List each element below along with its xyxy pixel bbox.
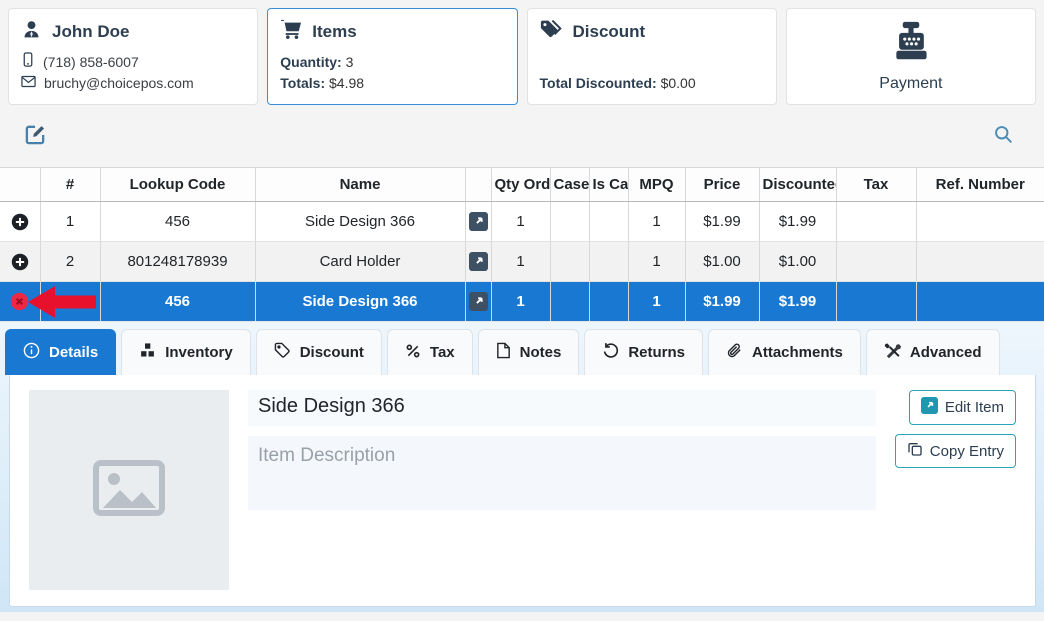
col-qty-ordered: Qty Ordered bbox=[491, 168, 550, 202]
image-icon bbox=[93, 460, 165, 521]
copy-entry-button[interactable]: Copy Entry bbox=[895, 434, 1016, 468]
tab-attachments[interactable]: Attachments bbox=[708, 329, 861, 375]
item-detail-section: Details Inventory Discount Tax Notes bbox=[0, 322, 1044, 612]
payment-card-title: Payment bbox=[879, 75, 942, 93]
customer-email: bruchy@choicepos.com bbox=[44, 73, 194, 94]
expand-row-icon[interactable] bbox=[11, 213, 29, 231]
table-row-selected[interactable]: 3 456 Side Design 366 1 1 $1.99 $1.99 bbox=[0, 282, 1044, 322]
table-toolbar bbox=[8, 105, 1036, 167]
paperclip-icon bbox=[726, 342, 743, 363]
col-cases: Cases bbox=[550, 168, 589, 202]
col-price: Price bbox=[685, 168, 759, 202]
search-button[interactable] bbox=[993, 124, 1014, 148]
col-tax: Tax bbox=[836, 168, 916, 202]
customer-name: John Doe bbox=[52, 22, 129, 42]
col-is-case: Is Case bbox=[589, 168, 628, 202]
col-lookup-code: Lookup Code bbox=[100, 168, 255, 202]
phone-icon bbox=[21, 52, 35, 73]
email-icon bbox=[21, 73, 36, 94]
tab-tax[interactable]: Tax bbox=[387, 329, 473, 375]
customer-card[interactable]: John Doe (718) 858-6007 bbox=[8, 8, 258, 105]
col-num: # bbox=[40, 168, 100, 202]
tab-advanced[interactable]: Advanced bbox=[866, 329, 1000, 375]
customer-phone: (718) 858-6007 bbox=[43, 52, 139, 73]
order-items-table: # Lookup Code Name Qty Ordered Cases Is … bbox=[0, 167, 1044, 322]
items-card-title: Items bbox=[312, 22, 356, 42]
top-section: John Doe (718) 858-6007 bbox=[0, 0, 1044, 167]
tab-discount[interactable]: Discount bbox=[256, 329, 382, 375]
remove-row-icon[interactable] bbox=[10, 292, 29, 311]
table-header-row: # Lookup Code Name Qty Ordered Cases Is … bbox=[0, 168, 1044, 202]
open-item-icon[interactable] bbox=[469, 212, 488, 231]
user-icon bbox=[21, 19, 42, 45]
boxes-icon bbox=[139, 342, 156, 363]
payment-card[interactable]: Payment bbox=[786, 8, 1036, 105]
col-ref-number: Ref. Number bbox=[916, 168, 1044, 202]
item-image-placeholder bbox=[29, 390, 229, 590]
table-row[interactable]: 2 801248178939 Card Holder 1 1 $1.00 $1.… bbox=[0, 242, 1044, 282]
totals-value: $4.98 bbox=[329, 75, 364, 91]
expand-row-icon[interactable] bbox=[11, 253, 29, 271]
total-discounted-value: $0.00 bbox=[661, 75, 696, 91]
tab-notes[interactable]: Notes bbox=[478, 329, 580, 375]
tab-inventory[interactable]: Inventory bbox=[121, 329, 251, 375]
totals-label: Totals: bbox=[280, 75, 325, 91]
edit-order-button[interactable] bbox=[24, 123, 47, 149]
tools-icon bbox=[884, 342, 901, 363]
undo-icon bbox=[602, 342, 619, 363]
table-row[interactable]: 1 456 Side Design 366 1 1 $1.99 $1.99 bbox=[0, 202, 1044, 242]
open-item-icon[interactable] bbox=[469, 252, 488, 271]
percent-icon bbox=[405, 343, 421, 363]
quantity-value: 3 bbox=[346, 54, 354, 70]
edit-item-icon bbox=[921, 397, 938, 418]
quantity-label: Quantity: bbox=[280, 54, 341, 70]
cart-icon bbox=[280, 19, 302, 44]
file-icon bbox=[496, 342, 511, 363]
col-mpq: MPQ bbox=[628, 168, 685, 202]
col-discounted: Discounted bbox=[759, 168, 836, 202]
item-fields: Side Design 366 Item Description bbox=[248, 390, 876, 591]
edit-item-button[interactable]: Edit Item bbox=[909, 390, 1016, 425]
edit-pencil-square-icon bbox=[24, 123, 47, 149]
total-discounted-label: Total Discounted: bbox=[540, 75, 657, 91]
col-link bbox=[465, 168, 491, 202]
details-panel: Side Design 366 Item Description Edit It… bbox=[9, 375, 1036, 607]
items-card[interactable]: Items Quantity: 3 Totals: $4.98 bbox=[267, 8, 517, 105]
detail-actions: Edit Item Copy Entry bbox=[895, 390, 1016, 591]
discount-card[interactable]: Discount Total Discounted: $0.00 bbox=[527, 8, 777, 105]
open-item-icon[interactable] bbox=[469, 292, 488, 311]
tab-returns[interactable]: Returns bbox=[584, 329, 703, 375]
discount-card-title: Discount bbox=[573, 22, 646, 42]
search-icon bbox=[993, 124, 1014, 148]
cash-register-icon bbox=[888, 20, 934, 69]
col-name: Name bbox=[255, 168, 465, 202]
item-name-field[interactable]: Side Design 366 bbox=[248, 390, 876, 426]
copy-icon bbox=[907, 441, 923, 461]
tag-icon bbox=[274, 342, 291, 363]
col-expand bbox=[0, 168, 40, 202]
tab-details[interactable]: Details bbox=[5, 329, 116, 375]
tags-icon bbox=[540, 19, 563, 44]
item-description-field[interactable]: Item Description bbox=[248, 436, 876, 510]
info-icon bbox=[23, 342, 40, 363]
summary-cards: John Doe (718) 858-6007 bbox=[8, 8, 1036, 105]
detail-tabs: Details Inventory Discount Tax Notes bbox=[0, 329, 1044, 375]
